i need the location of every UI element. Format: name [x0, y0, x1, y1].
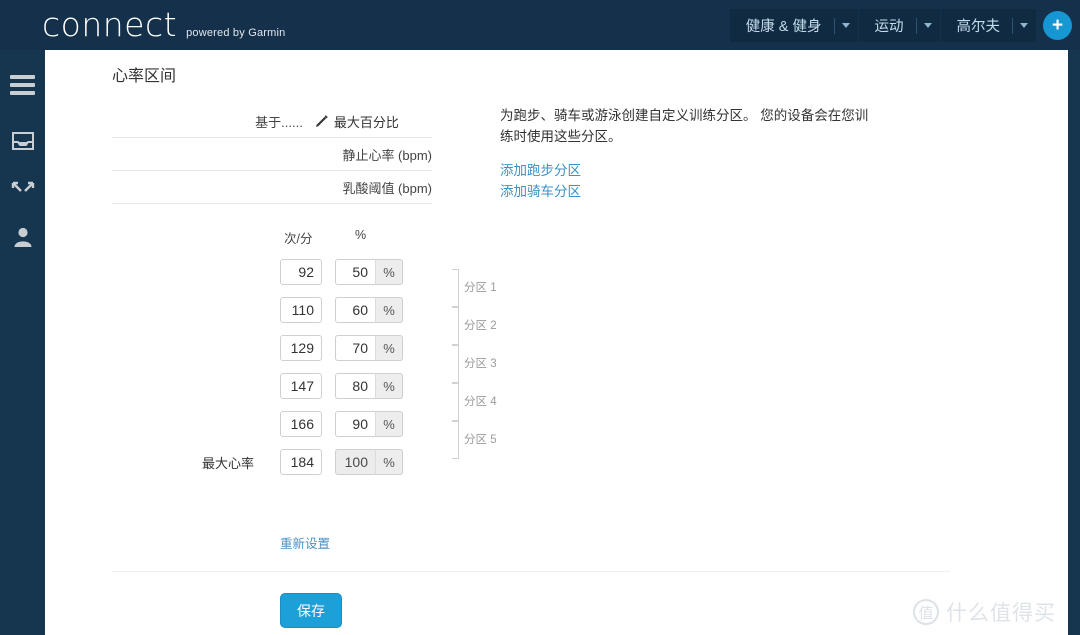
zone-bpm-input-max[interactable] — [280, 449, 322, 475]
zone-percent-group-max: % — [335, 449, 403, 475]
percent-suffix: % — [376, 297, 403, 323]
nav-item-health-fitness[interactable]: 健康 & 健身 — [729, 9, 858, 42]
top-navigation-bar: connect powered by Garmin 健康 & 健身 运动 高尔夫… — [0, 0, 1080, 50]
zone-bpm-input-1[interactable] — [280, 259, 322, 285]
percent-suffix: % — [376, 335, 403, 361]
zone-percent-input-3[interactable] — [335, 335, 376, 361]
table-row: % — [112, 253, 512, 291]
watermark: 值 什么值得买 — [913, 597, 1056, 627]
zone-bpm-input-2[interactable] — [280, 297, 322, 323]
reset-link[interactable]: 重新设置 — [280, 533, 330, 552]
brand-tagline: powered by Garmin — [186, 27, 286, 39]
add-cycling-zone-link[interactable]: 添加骑车分区 — [500, 181, 875, 202]
plus-icon: + — [1051, 15, 1064, 36]
zone-percent-input-2[interactable] — [335, 297, 376, 323]
info-description: 为跑步、骑车或游泳创建自定义训练分区。 您的设备会在您训练时使用这些分区。 — [500, 108, 869, 144]
settings-row-label: 静止心率 (bpm) — [342, 147, 432, 163]
nav-separator — [915, 17, 917, 34]
nav-item-golf[interactable]: 高尔夫 — [940, 9, 1036, 42]
table-row-max-hr: 最大心率 % — [112, 443, 512, 481]
column-header-bpm: 次/分 — [284, 232, 313, 246]
zone-percent-group-1: % — [335, 259, 403, 285]
save-button[interactable]: 保存 — [280, 593, 342, 628]
zone-bpm-input-4[interactable] — [280, 373, 322, 399]
zone-bpm-input-3[interactable] — [280, 335, 322, 361]
brand-logo[interactable]: connect powered by Garmin — [42, 8, 285, 42]
zone-percent-input-max — [335, 449, 376, 475]
nav-separator — [833, 17, 835, 34]
settings-row-based-on[interactable]: 基于...... 最大百分比 — [112, 105, 432, 138]
zone-settings-form: 基于...... 最大百分比 静止心率 (bpm) 乳酸阈值 (bpm) — [112, 105, 432, 204]
chevron-down-icon[interactable] — [1020, 23, 1028, 28]
sidebar-item-profile[interactable] — [0, 214, 45, 260]
settings-row-label: 乳酸阈值 (bpm) — [342, 180, 432, 196]
nav-item-label: 运动 — [874, 19, 904, 35]
add-running-zone-link[interactable]: 添加跑步分区 — [500, 160, 875, 181]
chevron-down-icon[interactable] — [841, 23, 850, 28]
inbox-icon — [11, 132, 34, 150]
zone-bpm-input-5[interactable] — [280, 411, 322, 437]
content-panel: 心率区间 基于...... 最大百分比 静止心率 (bpm) 乳酸阈值 (bpm… — [45, 50, 1068, 635]
info-panel: 为跑步、骑车或游泳创建自定义训练分区。 您的设备会在您训练时使用这些分区。 添加… — [500, 105, 875, 202]
settings-row-label: 基于...... — [255, 114, 303, 130]
nav-item-label: 健康 & 健身 — [745, 19, 822, 35]
zone-percent-group-2: % — [335, 297, 403, 323]
table-row: % — [112, 405, 512, 443]
main-nav: 健康 & 健身 运动 高尔夫 + — [729, 9, 1072, 42]
brand-name: connect — [42, 5, 178, 44]
settings-row-resting-hr[interactable]: 静止心率 (bpm) — [112, 138, 432, 171]
app-root: connect powered by Garmin 健康 & 健身 运动 高尔夫… — [0, 0, 1080, 635]
sidebar-item-connections[interactable] — [0, 166, 45, 212]
sidebar-item-menu[interactable] — [0, 64, 45, 110]
sidebar-item-inbox[interactable] — [0, 118, 45, 164]
info-links: 添加跑步分区 添加骑车分区 — [500, 160, 875, 202]
zone-percent-group-4: % — [335, 373, 403, 399]
watermark-logo-icon: 值 — [913, 599, 939, 625]
zone-percent-input-5[interactable] — [335, 411, 376, 437]
max-hr-label: 最大心率 — [201, 455, 254, 471]
nav-separator — [1012, 17, 1013, 34]
percent-suffix: % — [376, 373, 403, 399]
zone-table-headers: 次/分 % — [112, 228, 452, 248]
menu-icon — [10, 75, 35, 99]
percent-suffix: % — [376, 411, 403, 437]
pencil-icon[interactable] — [315, 114, 328, 128]
zone-percent-group-3: % — [335, 335, 403, 361]
page-title: 心率区间 — [112, 68, 177, 85]
left-sidebar — [0, 50, 45, 635]
watermark-text: 什么值得买 — [946, 602, 1056, 625]
add-button[interactable]: + — [1043, 11, 1072, 40]
settings-row-value: 最大百分比 — [333, 114, 399, 130]
table-row: % — [112, 329, 512, 367]
column-header-percent: % — [355, 228, 367, 242]
settings-row-lactate-threshold[interactable]: 乳酸阈值 (bpm) — [112, 171, 432, 204]
percent-suffix: % — [376, 449, 403, 475]
section-divider — [112, 571, 950, 572]
zone-percent-input-1[interactable] — [335, 259, 376, 285]
zone-percent-group-5: % — [335, 411, 403, 437]
zone-table: % % % % — [112, 253, 512, 481]
settings-row-value-group[interactable]: 最大百分比 — [315, 112, 399, 131]
nav-item-activities[interactable]: 运动 — [858, 9, 940, 42]
table-row: % — [112, 367, 512, 405]
zone-percent-input-4[interactable] — [335, 373, 376, 399]
table-row: % — [112, 291, 512, 329]
chevron-down-icon[interactable] — [923, 23, 932, 28]
profile-icon — [14, 227, 31, 247]
percent-suffix: % — [376, 259, 403, 285]
nav-item-label: 高尔夫 — [956, 19, 1001, 35]
connections-icon — [11, 181, 34, 192]
